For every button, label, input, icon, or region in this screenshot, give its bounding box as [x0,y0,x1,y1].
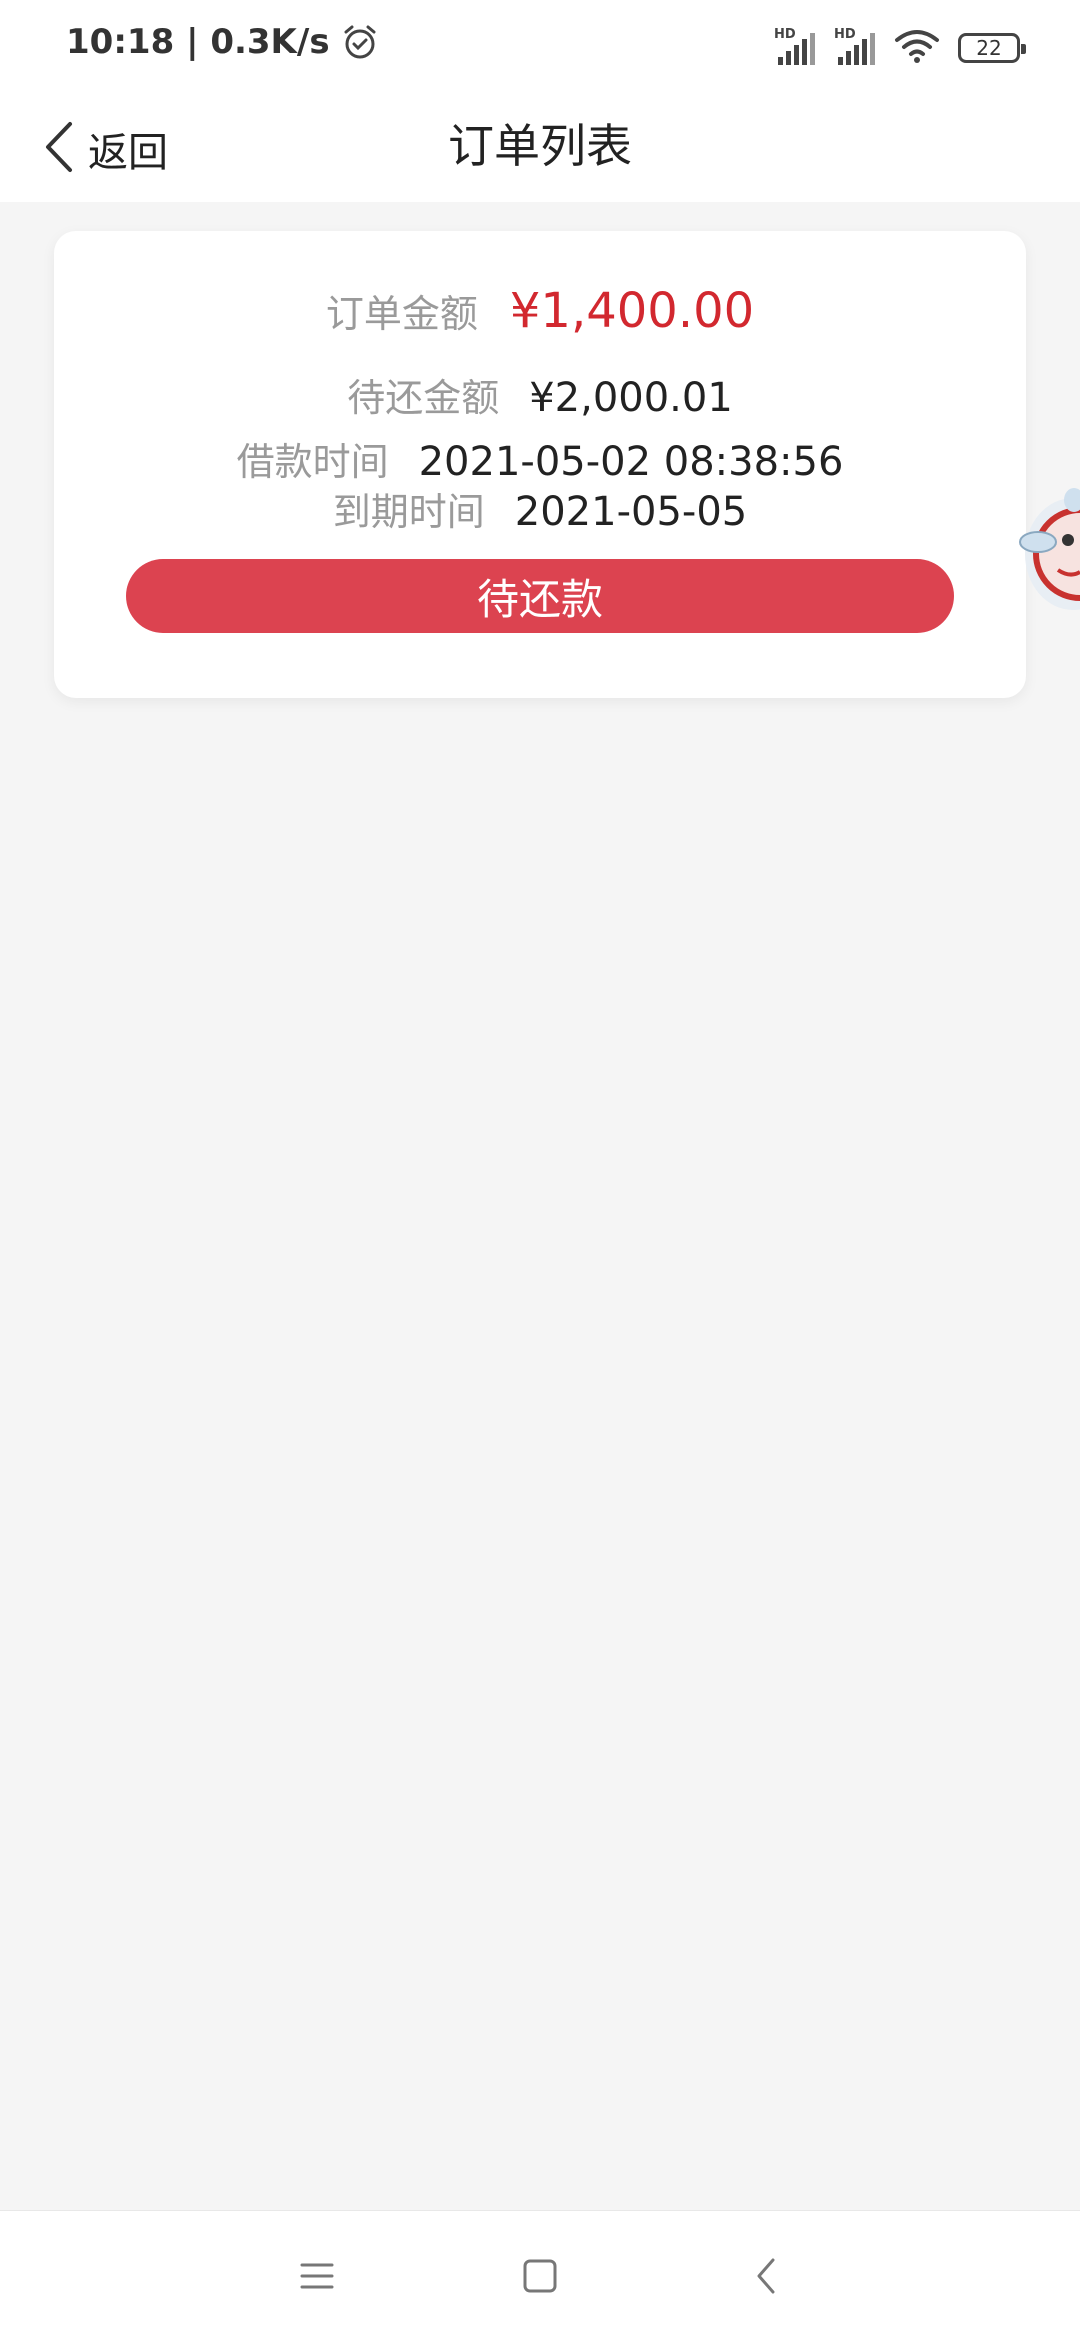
order-amount-value: ¥1,400.00 [509,283,755,339]
pending-amount-value: ¥2,000.01 [529,375,733,421]
due-time-value: 2021-05-05 [514,489,748,535]
loan-time-label: 借款时间 [236,440,389,484]
alarm-clock-icon [342,24,378,60]
app-screen: 10:18 | 0.3K/s HD HD 22 返回 订单列表 订单金额 ¥1,… [0,0,1080,2340]
battery-level: 22 [976,36,1002,60]
loan-time-row: 借款时间 2021-05-02 08:38:56 [54,431,1026,486]
wifi-icon [894,28,940,68]
order-amount-row: 订单金额 ¥1,400.00 [54,283,1026,339]
order-card[interactable]: 订单金额 ¥1,400.00 待还金额 ¥2,000.01 借款时间 2021-… [54,231,1026,698]
nav-header: 返回 订单列表 [0,96,1080,202]
status-time-speed: 10:18 | 0.3K/s [66,22,330,62]
floating-mascot-icon[interactable] [1018,482,1080,622]
status-right: HD HD 22 [774,27,1026,68]
square-home-icon[interactable] [515,2251,565,2301]
due-time-label: 到期时间 [332,490,485,534]
loan-time-value: 2021-05-02 08:38:56 [418,439,844,485]
chevron-back-icon[interactable] [742,2251,792,2301]
signal-strength-icon: HD [774,27,816,67]
status-left: 10:18 | 0.3K/s [66,22,378,62]
due-time-row: 到期时间 2021-05-05 [54,481,1026,536]
menu-icon[interactable] [292,2251,342,2301]
page-title: 订单列表 [448,119,632,173]
pending-amount-row: 待还金额 ¥2,000.01 [54,367,1026,422]
battery-icon: 22 [958,33,1026,63]
pending-amount-label: 待还金额 [347,376,500,420]
repay-button[interactable]: 待还款 [126,559,954,633]
system-nav-bar [0,2210,1080,2340]
signal-strength-icon-2: HD [834,27,876,67]
status-bar: 10:18 | 0.3K/s HD HD 22 [0,0,1080,96]
order-amount-label: 订单金额 [325,292,478,336]
